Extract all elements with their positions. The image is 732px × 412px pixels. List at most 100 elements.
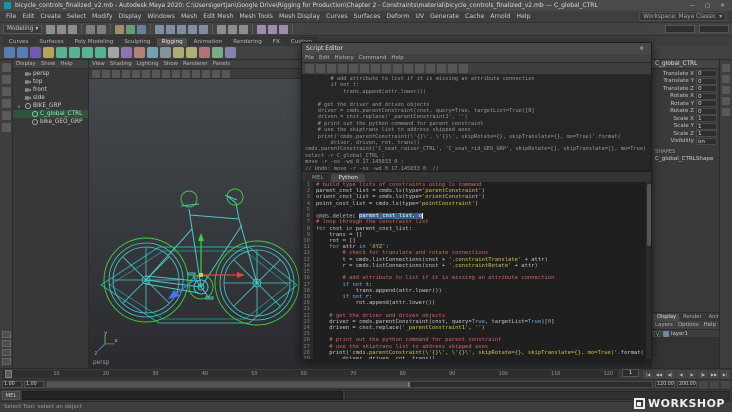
go-to-end-button[interactable]: ▶|	[720, 369, 730, 379]
scale-tool-icon[interactable]	[1, 123, 11, 132]
script-editor-input-pane[interactable]: 1 # build type lists of constraints using…	[302, 182, 651, 359]
channel-row[interactable]: Rotate X0	[652, 92, 719, 101]
output-connections-icon[interactable]	[228, 24, 238, 34]
search-icon[interactable]	[393, 64, 402, 73]
echo-all-commands-icon[interactable]	[415, 64, 424, 73]
time-tick[interactable]: 80	[400, 372, 406, 377]
attribute-editor-toggle-icon[interactable]	[722, 64, 730, 72]
shelf-scale-constraint-icon[interactable]	[95, 47, 106, 58]
redo-icon[interactable]	[349, 64, 358, 73]
menu-cache[interactable]: Cache	[465, 13, 484, 20]
outliner-menu-show[interactable]: Show	[41, 61, 56, 67]
menu-generate[interactable]: Generate	[430, 13, 459, 20]
open-scene-icon[interactable]	[57, 24, 67, 34]
script-editor-tab-mel[interactable]: MEL	[305, 173, 331, 182]
menu-edit-mesh[interactable]: Edit Mesh	[203, 13, 233, 20]
script-editor-menu-history[interactable]: History	[334, 55, 353, 61]
step-back-key-button[interactable]: ◀|	[665, 369, 675, 379]
outliner-item-c-global-ctrl[interactable]: C_global_CTRL	[13, 110, 88, 118]
menu-mesh-display[interactable]: Mesh Display	[279, 13, 320, 20]
shape-node-name[interactable]: C_global_CTRLShape	[652, 155, 719, 164]
shelf-set-key-icon[interactable]	[199, 47, 210, 58]
menu-uv[interactable]: UV	[415, 13, 424, 20]
move-tool-icon[interactable]	[1, 99, 11, 108]
channel-row[interactable]: Scale X1	[652, 115, 719, 123]
channel-value-field[interactable]: 0	[696, 70, 717, 78]
auto-keyframe-icon[interactable]	[710, 380, 719, 389]
outliner-item-bike-geo-grp[interactable]: bike_GEO_GRP	[13, 118, 88, 126]
channel-row[interactable]: Translate Z0	[652, 85, 719, 93]
animation-end-field[interactable]: 200.00	[677, 380, 697, 389]
menu-arnold[interactable]: Arnold	[490, 13, 510, 20]
shelf-tab-animation[interactable]: Animation	[188, 37, 228, 46]
viewport-menu-show[interactable]: Show	[164, 61, 179, 67]
command-language-toggle[interactable]: MEL	[2, 391, 20, 400]
time-tick[interactable]: 10	[53, 372, 59, 377]
time-tick[interactable]: 120	[604, 372, 613, 377]
snap-to-grid-icon[interactable]	[155, 24, 165, 34]
script-editor-menu-file[interactable]: File	[305, 55, 314, 61]
script-editor-menu-command[interactable]: Command	[359, 55, 387, 61]
clear-input-icon[interactable]	[459, 64, 468, 73]
playback-end-field[interactable]: 120.00	[655, 380, 675, 389]
shelf-tab-rigging[interactable]: Rigging	[156, 37, 188, 46]
shelf-wrap-icon[interactable]	[147, 47, 158, 58]
step-forward-frame-button[interactable]: ▶▶	[709, 369, 719, 379]
layer-menu-layers[interactable]: Layers	[655, 322, 673, 328]
layout-two-pane-icon[interactable]	[1, 349, 11, 356]
construction-history-icon[interactable]	[239, 24, 249, 34]
channel-row[interactable]: Scale Y1	[652, 122, 719, 131]
shelf-tab-surfaces[interactable]: Surfaces	[34, 37, 69, 46]
shelf-tab-poly-modeling[interactable]: Poly Modeling	[69, 37, 119, 46]
menu-surfaces[interactable]: Surfaces	[354, 13, 381, 20]
channel-value-field[interactable]: 0	[696, 77, 717, 85]
rotate-tool-icon[interactable]	[1, 111, 11, 120]
paste-icon[interactable]	[382, 64, 391, 73]
expand-arrow-icon[interactable]: ▾	[18, 104, 23, 109]
time-tick[interactable]: 90	[449, 372, 455, 377]
render-icon[interactable]	[257, 24, 267, 34]
channel-box-object-name[interactable]: C_global_CTRL	[652, 60, 719, 69]
layer-menu-help[interactable]: Help	[704, 322, 716, 328]
shelf-paint-weights-icon[interactable]	[43, 47, 54, 58]
menu-help[interactable]: Help	[516, 13, 530, 20]
depth-of-field-icon[interactable]	[192, 69, 200, 78]
channel-value-field[interactable]: 0	[696, 100, 717, 108]
range-track[interactable]	[46, 380, 653, 389]
time-tick[interactable]: 110	[551, 372, 560, 377]
script-editor-menu-edit[interactable]: Edit	[319, 55, 329, 61]
shelf-ik-handle-icon[interactable]	[17, 47, 28, 58]
shelf-blendshape-icon[interactable]	[134, 47, 145, 58]
save-scene-icon[interactable]	[68, 24, 78, 34]
menu-select[interactable]: Select	[67, 13, 86, 20]
copy-icon[interactable]	[371, 64, 380, 73]
xray-icon[interactable]	[212, 69, 220, 78]
render-settings-icon[interactable]	[279, 24, 289, 34]
play-backwards-button[interactable]: ◀	[676, 369, 686, 379]
menu-display[interactable]: Display	[119, 13, 142, 20]
lasso-tool-icon[interactable]	[1, 75, 11, 84]
time-tick[interactable]: 50	[251, 372, 257, 377]
modeling-toolkit-toggle-icon[interactable]	[722, 97, 730, 105]
shelf-bind-skin-icon[interactable]	[30, 47, 41, 58]
two-side-lighting-icon[interactable]	[142, 69, 150, 78]
shelf-node-editor-icon[interactable]	[225, 47, 236, 58]
multisample-aa-icon[interactable]	[182, 69, 190, 78]
select-by-hierarchy-icon[interactable]	[115, 24, 125, 34]
snap-to-point-icon[interactable]	[177, 24, 187, 34]
ipr-render-icon[interactable]	[268, 24, 278, 34]
layout-single-pane-icon[interactable]	[1, 331, 11, 338]
minimize-button[interactable]: —	[687, 3, 698, 9]
animation-preferences-icon[interactable]	[721, 380, 730, 389]
layer-row[interactable]: Vlayer1	[652, 330, 719, 338]
layer-tab-render[interactable]: Render	[680, 314, 705, 321]
time-tick[interactable]: 20	[103, 372, 109, 377]
shelf-orient-constraint-icon[interactable]	[82, 47, 93, 58]
viewport-menu-panels[interactable]: Panels	[213, 61, 230, 67]
new-scene-icon[interactable]	[46, 24, 56, 34]
shelf-tab-fx[interactable]: FX	[267, 37, 285, 46]
channel-row[interactable]: Rotate Z0	[652, 107, 719, 116]
shelf-curve-circle-icon[interactable]	[173, 47, 184, 58]
execute-icon[interactable]	[448, 64, 457, 73]
outliner-item-front[interactable]: front	[13, 86, 88, 94]
